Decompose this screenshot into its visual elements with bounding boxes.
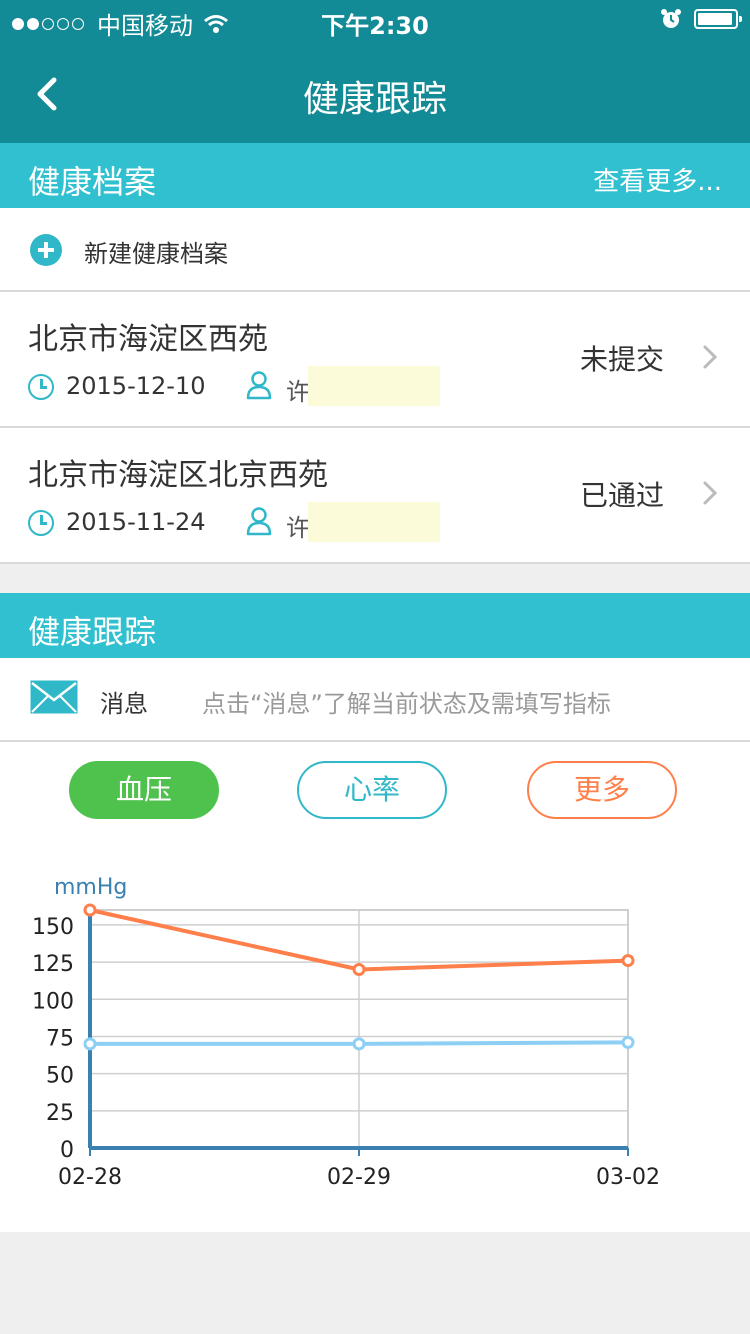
record-owner-name: 许 xyxy=(286,514,310,542)
clock-icon xyxy=(28,374,54,400)
y-tick-label: 75 xyxy=(46,1026,74,1051)
data-point xyxy=(83,903,97,917)
chevron-right-icon xyxy=(703,345,718,369)
y-tick-label: 100 xyxy=(32,989,74,1014)
data-point xyxy=(352,963,366,976)
record-status: 未提交 xyxy=(580,343,665,376)
divider xyxy=(0,562,750,564)
record-address: 北京市海淀区西苑 xyxy=(28,322,268,357)
health-tracking-title: 健康跟踪 xyxy=(28,613,157,651)
x-tick-label: 02-29 xyxy=(327,1165,391,1190)
view-more-link[interactable]: 查看更多... xyxy=(593,161,722,198)
data-point xyxy=(621,954,635,968)
record-owner-name: 许 xyxy=(286,378,310,406)
y-tick-label: 125 xyxy=(32,952,74,977)
data-point xyxy=(83,1037,97,1051)
health-records-title: 健康档案 xyxy=(28,163,157,201)
status-bar: 中国移动 下午2:30 xyxy=(0,0,750,40)
new-health-record-button[interactable]: 新建健康档案 xyxy=(0,208,750,290)
tab-more[interactable]: 更多 xyxy=(527,761,677,819)
blood-pressure-chart: 0 25 50 75 100 125 150 02-28 02-29 03-02 mmHg xyxy=(32,875,660,1190)
health-tracking-header: 健康跟踪 xyxy=(0,593,750,658)
y-tick-label: 0 xyxy=(60,1138,74,1163)
alarm-icon xyxy=(661,9,681,28)
page-title: 健康跟踪 xyxy=(302,79,447,120)
envelope-icon xyxy=(30,680,78,714)
clock-icon xyxy=(28,510,54,536)
record-address: 北京市海淀区北京西苑 xyxy=(28,458,328,493)
message-hint: 点击“消息”了解当前状态及需填写指标 xyxy=(202,690,611,718)
redacted-name xyxy=(308,502,440,542)
status-time: 下午2:30 xyxy=(321,12,429,40)
person-icon xyxy=(246,507,272,536)
tab-blood-pressure[interactable]: 血压 xyxy=(69,761,219,819)
record-date: 2015-12-10 xyxy=(66,372,206,400)
chevron-right-icon xyxy=(703,481,718,505)
nav-bar: 健康跟踪 xyxy=(0,40,750,143)
health-records-header: 健康档案 查看更多... xyxy=(0,143,750,208)
tab-heart-rate[interactable]: 心率 xyxy=(297,761,447,819)
message-label: 消息 xyxy=(100,690,148,718)
battery-icon xyxy=(694,9,742,29)
data-point xyxy=(352,1037,366,1051)
y-axis-unit: mmHg xyxy=(54,875,127,900)
data-point xyxy=(621,1035,635,1049)
y-tick-label: 150 xyxy=(32,915,74,940)
message-row[interactable]: 消息 点击“消息”了解当前状态及需填写指标 xyxy=(0,658,750,740)
health-record-item[interactable]: 北京市海淀区北京西苑 2015-11-24 许 已通过 xyxy=(0,428,750,562)
status-right xyxy=(660,8,742,30)
redacted-name xyxy=(308,366,440,406)
new-health-record-label: 新建健康档案 xyxy=(84,240,228,268)
y-tick-label: 50 xyxy=(46,1064,74,1089)
person-icon xyxy=(246,371,272,400)
record-status: 已通过 xyxy=(580,479,665,512)
health-record-item[interactable]: 北京市海淀区西苑 2015-12-10 许 未提交 xyxy=(0,292,750,426)
record-date: 2015-11-24 xyxy=(66,508,206,536)
x-tick-label: 02-28 xyxy=(58,1165,122,1190)
x-tick-label: 03-02 xyxy=(596,1165,660,1190)
plus-icon xyxy=(30,234,62,266)
y-tick-label: 25 xyxy=(46,1101,74,1126)
